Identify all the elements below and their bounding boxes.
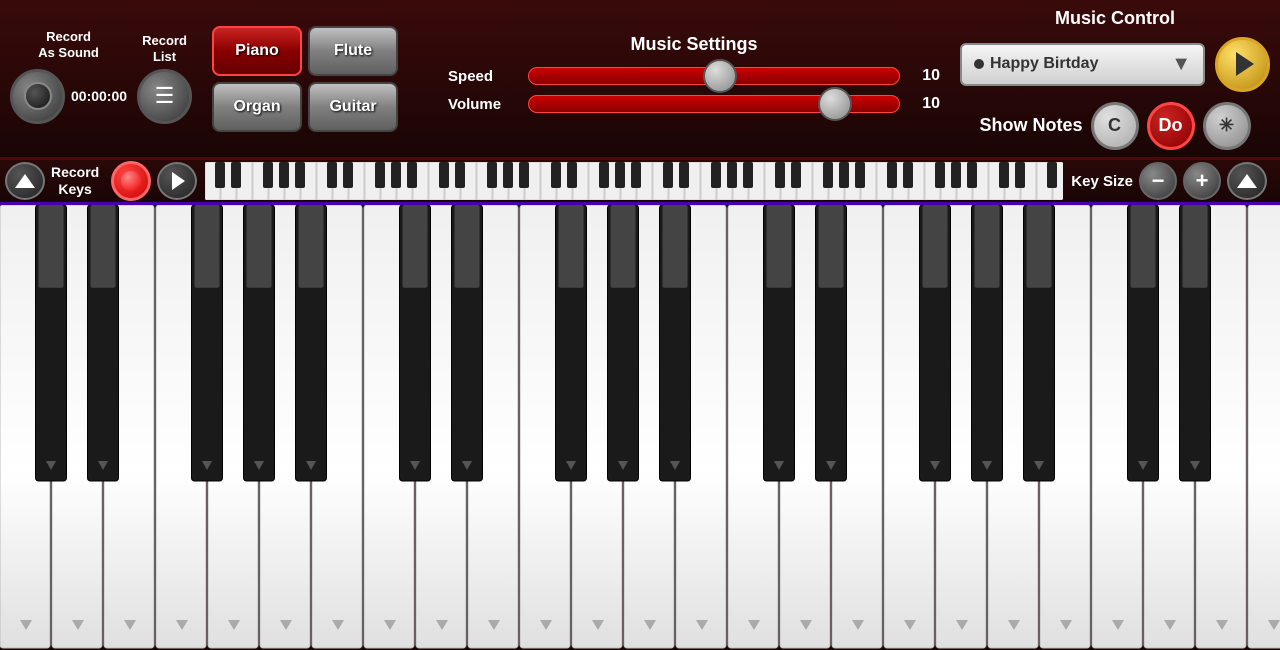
flute-label: Flute xyxy=(334,42,372,60)
instrument-row-2: Organ Guitar xyxy=(212,82,398,132)
snowflake-icon: ✳ xyxy=(1219,115,1234,136)
record-keys-inner xyxy=(121,171,141,191)
note-c-button[interactable]: C xyxy=(1091,102,1139,150)
speed-slider-row: Speed 10 xyxy=(448,67,940,85)
volume-value: 10 xyxy=(910,95,940,113)
song-name-container: Happy Birtday xyxy=(974,55,1098,73)
volume-slider-track[interactable] xyxy=(528,95,900,113)
plus-icon: + xyxy=(1196,168,1209,194)
speed-value: 10 xyxy=(910,67,940,85)
key-size-up-button[interactable] xyxy=(1227,162,1267,200)
guitar-label: Guitar xyxy=(329,98,376,116)
volume-label: Volume xyxy=(448,96,518,113)
key-size-up-icon xyxy=(1237,174,1257,188)
show-notes-row: Show Notes C Do ✳ xyxy=(979,102,1250,150)
piano-keyboard[interactable] xyxy=(0,205,1280,650)
instrument-buttons: Piano Flute Organ Guitar xyxy=(212,26,398,132)
music-control-section: Music Control Happy Birtday ▼ Show Notes… xyxy=(960,8,1270,150)
piano-button[interactable]: Piano xyxy=(212,26,302,76)
record-keys-label-2: Keys xyxy=(58,181,91,197)
top-bar: Record As Sound 00:00:00 Record List ☰ P… xyxy=(0,0,1280,160)
key-size-increase-button[interactable]: + xyxy=(1183,162,1221,200)
instrument-row: Piano Flute xyxy=(212,26,398,76)
record-keys-label: Record Keys xyxy=(51,164,99,198)
timer-display: 00:00:00 xyxy=(71,88,127,104)
organ-label: Organ xyxy=(233,98,280,116)
dropdown-arrow-icon: ▼ xyxy=(1171,53,1191,76)
record-list-button[interactable]: ☰ xyxy=(137,69,192,124)
record-inner-circle xyxy=(24,82,52,110)
key-size-label: Key Size xyxy=(1071,173,1133,190)
piano-label: Piano xyxy=(235,42,279,60)
list-icon: ☰ xyxy=(155,83,175,109)
music-control-row: Happy Birtday ▼ xyxy=(960,37,1270,92)
speed-label: Speed xyxy=(448,68,518,85)
note-do-button[interactable]: Do xyxy=(1147,102,1195,150)
note-do-label: Do xyxy=(1159,115,1183,136)
record-as-sound-label-1: Record xyxy=(46,29,91,44)
up-triangle-icon xyxy=(15,174,35,188)
key-size-decrease-button[interactable]: − xyxy=(1139,162,1177,200)
minus-icon: − xyxy=(1152,168,1165,194)
record-as-sound-button[interactable] xyxy=(10,69,65,124)
record-keys-label-1: Record xyxy=(51,164,99,180)
record-as-sound-label-2: As Sound xyxy=(38,45,99,60)
record-keys-play-button[interactable] xyxy=(157,162,197,200)
song-selector[interactable]: Happy Birtday ▼ xyxy=(960,43,1205,86)
play-button[interactable] xyxy=(1215,37,1270,92)
note-special-button[interactable]: ✳ xyxy=(1203,102,1251,150)
record-keys-label-container: Record Keys xyxy=(49,164,107,198)
song-name: Happy Birtday xyxy=(990,55,1098,73)
organ-button[interactable]: Organ xyxy=(212,82,302,132)
key-size-section: Key Size − + xyxy=(1063,162,1275,200)
record-as-sound-section: Record As Sound 00:00:00 xyxy=(10,29,127,127)
guitar-button[interactable]: Guitar xyxy=(308,82,398,132)
record-keys-bar: Record Keys Key Size − + xyxy=(0,160,1280,205)
record-list-section: Record List ☰ xyxy=(137,33,192,123)
record-list-label-1: Record xyxy=(142,33,187,48)
speed-slider-thumb[interactable] xyxy=(703,59,737,93)
music-settings-section: Music Settings Speed 10 Volume 10 xyxy=(428,34,960,123)
play-icon xyxy=(1236,52,1254,76)
volume-slider-thumb[interactable] xyxy=(818,87,852,121)
record-list-label-2: List xyxy=(153,49,176,64)
music-control-title: Music Control xyxy=(1055,8,1175,29)
up-arrow-button[interactable] xyxy=(5,162,45,200)
flute-button[interactable]: Flute xyxy=(308,26,398,76)
song-dot-indicator xyxy=(974,59,984,69)
mini-piano-strip xyxy=(205,162,1063,200)
music-settings-title: Music Settings xyxy=(448,34,940,55)
record-keys-play-icon xyxy=(172,172,185,190)
speed-slider-track[interactable] xyxy=(528,67,900,85)
show-notes-label: Show Notes xyxy=(979,115,1082,136)
note-c-label: C xyxy=(1108,115,1121,136)
record-keys-record-button[interactable] xyxy=(111,161,151,201)
piano-main xyxy=(0,205,1280,650)
volume-slider-row: Volume 10 xyxy=(448,95,940,113)
